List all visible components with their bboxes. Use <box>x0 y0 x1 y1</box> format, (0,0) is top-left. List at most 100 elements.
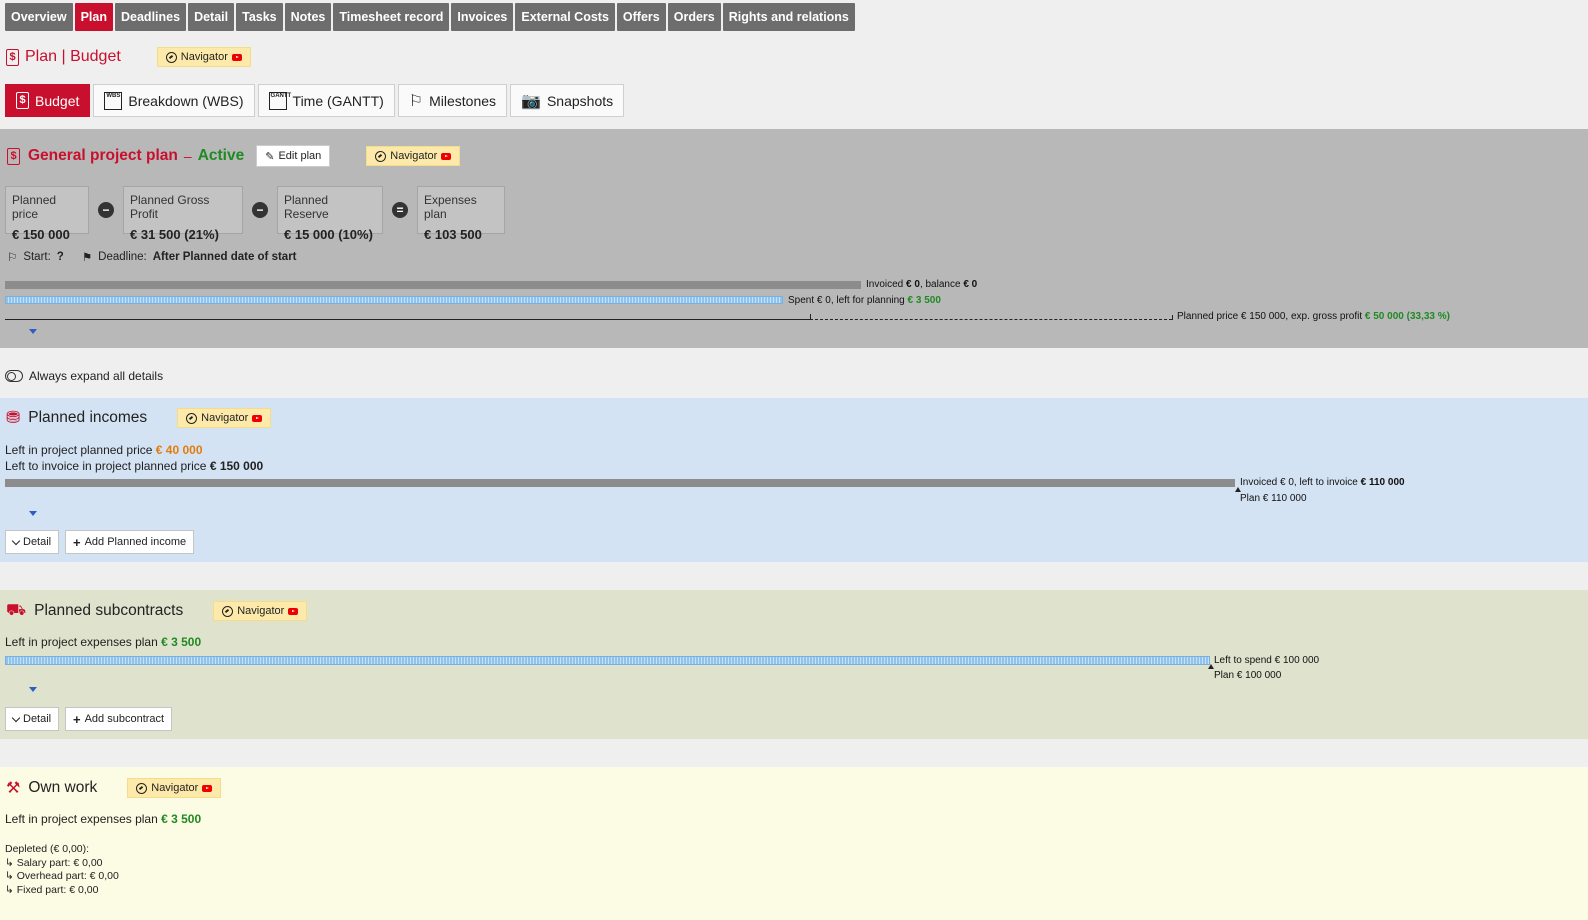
incomes-detail-button[interactable]: Detail <box>5 530 60 554</box>
video-icon <box>441 152 452 160</box>
add-subcontract-label: Add subcontract <box>84 713 165 725</box>
expand-caret-icon[interactable] <box>29 329 37 334</box>
page-header: $ Plan | Budget Navigator <box>6 47 251 67</box>
subtab-gantt-label: Time (GANTT) <box>292 92 384 109</box>
planned-incomes-title: Planned incomes <box>28 409 148 426</box>
axis-tick <box>810 314 811 320</box>
start-flag-icon: ⚐ <box>7 252 18 264</box>
add-planned-income-button[interactable]: + Add Planned income <box>65 530 195 554</box>
card-planned-reserve: Planned Reserve € 15 000 (10%) <box>277 186 383 242</box>
planned-price-text: Planned price € 150 000, exp. gross prof… <box>1177 311 1450 322</box>
plan-status: Active <box>197 147 245 164</box>
subtab-breakdown-label: Breakdown (WBS) <box>128 92 244 109</box>
subtab-gantt[interactable]: GANTT Time (GANTT) <box>257 84 395 117</box>
tab-notes[interactable]: Notes <box>284 3 332 31</box>
card-label: Planned Gross Profit <box>130 193 210 221</box>
left-for-planning-value: € 3 500 <box>907 295 941 306</box>
expand-caret-icon[interactable] <box>29 687 37 692</box>
navigator-label: Navigator <box>237 605 285 617</box>
navigator-label: Navigator <box>180 51 228 63</box>
planned-price-label: Planned price € 150 000, exp. gross prof… <box>1177 311 1363 322</box>
invoiced-progress-bar <box>5 281 861 289</box>
start-value: ? <box>56 251 64 263</box>
camera-icon: 📷 <box>521 92 541 110</box>
planned-subcontracts-header: ⛟ Planned subcontracts Navigator <box>6 601 308 621</box>
video-icon <box>288 607 299 615</box>
subcontracts-bar-text: Left to spend € 100 000 <box>1214 655 1320 666</box>
video-icon <box>231 53 242 61</box>
tab-invoices[interactable]: Invoices <box>451 3 514 31</box>
subtab-snapshots[interactable]: 📷 Snapshots <box>510 84 625 117</box>
navigator-button[interactable]: Navigator <box>127 778 222 798</box>
own-work-header: ⚒ Own work Navigator <box>6 778 222 798</box>
subcontracts-detail-button[interactable]: Detail <box>5 707 60 731</box>
compass-icon <box>222 605 234 617</box>
top-tabs: Overview Plan Deadlines Detail Tasks Not… <box>5 3 855 31</box>
spent-label: Spent € 0, left for planning <box>788 295 905 306</box>
tab-overview[interactable]: Overview <box>5 3 73 31</box>
minus-icon: − <box>98 202 114 218</box>
tab-orders[interactable]: Orders <box>667 3 721 31</box>
own-work-title: Own work <box>28 779 98 796</box>
subtab-milestones[interactable]: ⚐ Milestones <box>397 84 508 117</box>
detail-label: Detail <box>23 536 52 548</box>
subtab-snapshots-label: Snapshots <box>546 92 614 109</box>
own-work-section: ⚒ Own work Navigator Left in project exp… <box>0 767 1588 920</box>
planned-incomes-header: ⛃ Planned incomes Navigator <box>6 408 272 428</box>
tab-plan[interactable]: Plan <box>74 3 113 31</box>
left-to-invoice-label: Left to invoice in project planned price <box>5 459 207 473</box>
overhead-part: ↳ Overhead part: € 0,00 <box>5 870 119 882</box>
edit-plan-button[interactable]: ✎ Edit plan <box>256 145 331 167</box>
incomes-plan-text: Plan € 110 000 <box>1240 493 1307 504</box>
add-subcontract-button[interactable]: + Add subcontract <box>65 707 173 731</box>
axis-tick <box>1172 315 1173 320</box>
compass-icon <box>136 782 148 794</box>
shovel-icon: ⚒ <box>6 780 21 797</box>
subtab-budget[interactable]: $ Budget <box>5 84 91 117</box>
subtab-breakdown[interactable]: WBS Breakdown (WBS) <box>93 84 255 117</box>
depleted-breakdown: Depleted (€ 0,00): ↳ Salary part: € 0,00… <box>5 843 119 897</box>
detail-label: Detail <box>23 713 52 725</box>
video-icon <box>202 784 213 792</box>
tab-external-costs[interactable]: External Costs <box>515 3 615 31</box>
minus-icon: − <box>252 202 268 218</box>
expand-all-toggle[interactable] <box>5 370 23 382</box>
incomes-bar-label: Invoiced € 0, left to invoice <box>1240 477 1358 488</box>
add-planned-income-label: Add Planned income <box>84 536 187 548</box>
left-in-planned-price-label: Left in project planned price <box>5 443 153 457</box>
compass-icon <box>165 51 177 63</box>
tab-timesheet-record[interactable]: Timesheet record <box>333 3 450 31</box>
tab-offers[interactable]: Offers <box>616 3 666 31</box>
compass-icon <box>186 412 198 424</box>
subcontracts-plan-text: Plan € 100 000 <box>1214 670 1282 681</box>
card-label: Expenses plan <box>424 193 477 221</box>
invoiced-bar-text: Invoiced € 0, balance € 0 <box>866 279 977 290</box>
plan-title: General project plan <box>28 147 178 164</box>
navigator-button[interactable]: Navigator <box>213 601 308 621</box>
equals-icon: = <box>392 202 408 218</box>
left-to-invoice-line: Left to invoice in project planned price… <box>5 459 263 473</box>
navigator-label: Navigator <box>151 782 199 794</box>
tab-tasks[interactable]: Tasks <box>236 3 283 31</box>
card-value: € 31 500 (21%) <box>130 227 219 242</box>
navigator-button[interactable]: Navigator <box>156 47 251 67</box>
timeline-axis-dashed <box>810 319 1172 320</box>
plan-summary-cards: Planned price € 150 000 − Planned Gross … <box>5 186 505 242</box>
incomes-progress-bar <box>5 479 1235 487</box>
video-icon <box>252 414 263 422</box>
tab-detail[interactable]: Detail <box>188 3 235 31</box>
budget-icon: $ <box>16 92 29 109</box>
tab-rights-and-relations[interactable]: Rights and relations <box>722 3 855 31</box>
navigator-button[interactable]: Navigator <box>366 146 461 166</box>
start-label: Start: <box>23 251 51 263</box>
expand-all-row: Always expand all details <box>5 369 163 383</box>
incomes-bar-text: Invoiced € 0, left to invoice € 110 000 <box>1240 477 1405 488</box>
tab-deadlines[interactable]: Deadlines <box>115 3 187 31</box>
left-in-planned-price-line: Left in project planned price € 40 000 <box>5 443 203 457</box>
expand-caret-icon[interactable] <box>29 511 37 516</box>
card-planned-gross-profit: Planned Gross Profit € 31 500 (21%) <box>123 186 243 242</box>
card-expenses-plan: Expenses plan € 103 500 <box>417 186 505 242</box>
deadline-flag-icon: ⚑ <box>81 252 93 264</box>
left-in-planned-price-value: € 40 000 <box>155 443 203 457</box>
navigator-button[interactable]: Navigator <box>177 408 272 428</box>
